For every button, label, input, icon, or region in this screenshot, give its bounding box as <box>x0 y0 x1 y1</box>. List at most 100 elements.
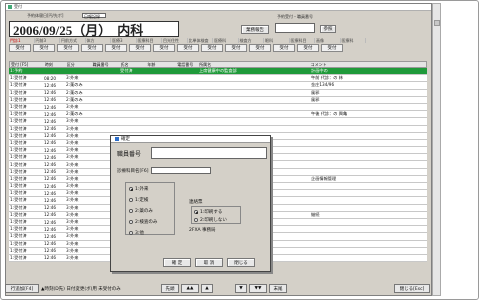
contact-option-label: 1:印刷する <box>200 210 223 215</box>
col-header[interactable]: 職員番号 <box>92 62 120 68</box>
staff-id-field[interactable] <box>275 23 315 33</box>
table-row[interactable]: 1:受付済 12:46 3:外来 <box>9 103 427 112</box>
col-header[interactable]: 所属名 <box>198 62 270 68</box>
table-cell: 1:受付済 <box>10 96 27 102</box>
page-up-button[interactable]: ▲▲ <box>181 284 199 293</box>
visit-type-label: 3:他 <box>135 231 144 236</box>
tab-7[interactable]: 比単体検査 <box>188 38 213 43</box>
staff-id-input[interactable] <box>151 147 267 159</box>
reception-button[interactable]: 受付 <box>297 44 319 52</box>
visit-type-radio[interactable]: 2:検査のみ <box>129 219 171 225</box>
table-cell: 12:46 <box>44 197 57 203</box>
table-cell: 12:46 <box>44 248 57 254</box>
col-header[interactable]: コメント <box>310 62 426 68</box>
table-cell: 12:46 <box>44 118 57 124</box>
table-cell: 12:46 <box>44 111 57 117</box>
table-cell: 2:薬のみ <box>66 89 83 95</box>
table-cell: 受付済 <box>120 68 133 74</box>
mode-field[interactable]: 日報記録 <box>82 13 106 19</box>
page-down-button[interactable]: ▼▼ <box>249 284 267 293</box>
tab-10[interactable]: 眼科 <box>264 38 290 43</box>
table-row[interactable]: 1:受付済 12:46 2:薬のみ 午後 代診：の 興亀 <box>9 111 427 119</box>
table-cell: 1:受付済 <box>10 247 27 253</box>
vertical-scrollbar[interactable] <box>432 3 441 296</box>
table-cell: 上席健康中の監査部 <box>199 68 237 74</box>
col-header[interactable]: 受付 [F5] <box>10 62 44 68</box>
table-cell: 3:外来 <box>66 75 79 81</box>
contact-radio[interactable]: 2:印刷しない <box>194 217 238 223</box>
tab-13[interactable]: 医療科 <box>341 38 366 43</box>
table-row[interactable]: 1:予約 受付済 上席健康中の監査部 計画中の <box>9 68 427 76</box>
subject-input[interactable] <box>151 167 211 174</box>
add-row-button[interactable]: 行追加[F4] <box>5 284 39 293</box>
tab-5[interactable]: 医療科目 <box>137 38 162 43</box>
date-display[interactable]: 2006/09/25（月） 内科 <box>9 21 179 38</box>
visit-type-radio[interactable]: 3:他 <box>129 230 171 236</box>
contact-radio[interactable]: 1:印刷する <box>194 209 238 215</box>
table-cell: 1:受付済 <box>10 219 27 225</box>
tab-6[interactable]: 目光住性 <box>162 38 188 43</box>
tab-2[interactable]: 円前方式 <box>60 38 86 43</box>
table-cell: 1:受付済 <box>10 233 27 239</box>
visit-type-radio[interactable]: 1:定検 <box>129 197 171 203</box>
table-cell: 12:46 <box>44 126 57 132</box>
reception-button[interactable]: 受付 <box>105 44 127 52</box>
table-row[interactable]: 1:受付済 12:46 3:外来 <box>9 125 427 133</box>
table-cell: 12:46 <box>44 219 57 225</box>
confirm-button[interactable]: 確 定 <box>163 258 191 267</box>
tab-3[interactable]: 体方 <box>86 38 111 43</box>
table-cell: 1:受付済 <box>10 226 27 232</box>
reception-button[interactable]: 受付 <box>321 44 343 52</box>
table-cell: 3:外来 <box>66 240 79 246</box>
scroll-thumb[interactable] <box>434 20 440 26</box>
tab-8[interactable]: 医療科 <box>213 38 239 43</box>
last-button[interactable]: 末尾 <box>269 284 287 293</box>
reception-button[interactable]: 受付 <box>57 44 79 52</box>
table-cell: 12:46 <box>44 90 57 96</box>
up-button[interactable]: ▲ <box>201 284 213 293</box>
reception-button[interactable]: 受付 <box>249 44 271 52</box>
reception-button[interactable]: 受付 <box>9 44 31 52</box>
col-header[interactable]: 区分 <box>66 62 92 68</box>
first-button[interactable]: 先頭 <box>161 284 179 293</box>
table-row[interactable]: 1:受付済 12:46 2:薬のみ 金庄134/96 <box>9 82 427 90</box>
col-header[interactable]: 電話番号 <box>176 62 198 68</box>
reception-button[interactable]: 受付 <box>201 44 223 52</box>
reception-button[interactable]: 受付 <box>225 44 247 52</box>
reception-button[interactable]: 受付 <box>129 44 151 52</box>
reception-button[interactable]: 受付 <box>177 44 199 52</box>
col-header[interactable]: 氏名 <box>119 62 146 68</box>
tab-12[interactable]: 画像 <box>315 38 341 43</box>
report-button[interactable]: 業務報告 <box>241 25 269 34</box>
table-row[interactable]: 1:受付済 12:46 2:薬のみ 風邪 <box>9 96 427 104</box>
visit-type-radio[interactable]: 1:外来 <box>129 186 171 192</box>
close-dialog-button[interactable]: 閉じる <box>227 258 255 267</box>
reception-button[interactable]: 受付 <box>33 44 55 52</box>
down-button[interactable]: ▼ <box>235 284 247 293</box>
info-label: 予約受付・職員番号 <box>277 14 313 19</box>
radio-icon <box>194 218 198 222</box>
tab-9[interactable]: 検査方 <box>239 38 264 43</box>
table-cell: 12:46 <box>44 169 57 175</box>
col-header[interactable]: 時刻 <box>44 62 66 68</box>
tab-1[interactable]: 円前3 <box>35 38 60 43</box>
table-row[interactable]: 1:受付済 12:46 3:外来 <box>9 118 427 126</box>
col-header[interactable]: 年齢 <box>146 62 176 68</box>
reception-button[interactable]: 受付 <box>273 44 295 52</box>
reception-button[interactable]: 受付 <box>81 44 103 52</box>
cancel-button[interactable]: 取 消 <box>195 258 223 267</box>
visit-type-label: 2:薬のみ <box>135 209 153 214</box>
table-row[interactable]: 1:受付済 12:46 2:薬のみ 風邪 <box>9 89 427 97</box>
table-cell: 3:外来 <box>66 147 79 153</box>
table-cell: 2:薬のみ <box>66 82 83 88</box>
close-button[interactable]: 閉じる[Esc] <box>394 284 430 293</box>
table-cell: 企画情報管理 <box>311 175 337 181</box>
tab-0[interactable]: 門診1 <box>9 38 35 43</box>
tab-4[interactable]: 医療3 <box>111 38 137 43</box>
ref-button[interactable]: 参照 <box>320 25 336 33</box>
reception-button[interactable]: 受付 <box>153 44 175 52</box>
table-row[interactable]: 1:受付済 08:20 3:外来 午前 代診：の 林 <box>9 75 427 83</box>
visit-type-radio[interactable]: 2:薬のみ <box>129 208 171 214</box>
tab-11[interactable]: 医療科目 <box>290 38 315 43</box>
table-header: 受付 [F5] 時刻 区分 職員番号 氏名 年齢 電話番号 所属名 コメント <box>9 61 427 68</box>
